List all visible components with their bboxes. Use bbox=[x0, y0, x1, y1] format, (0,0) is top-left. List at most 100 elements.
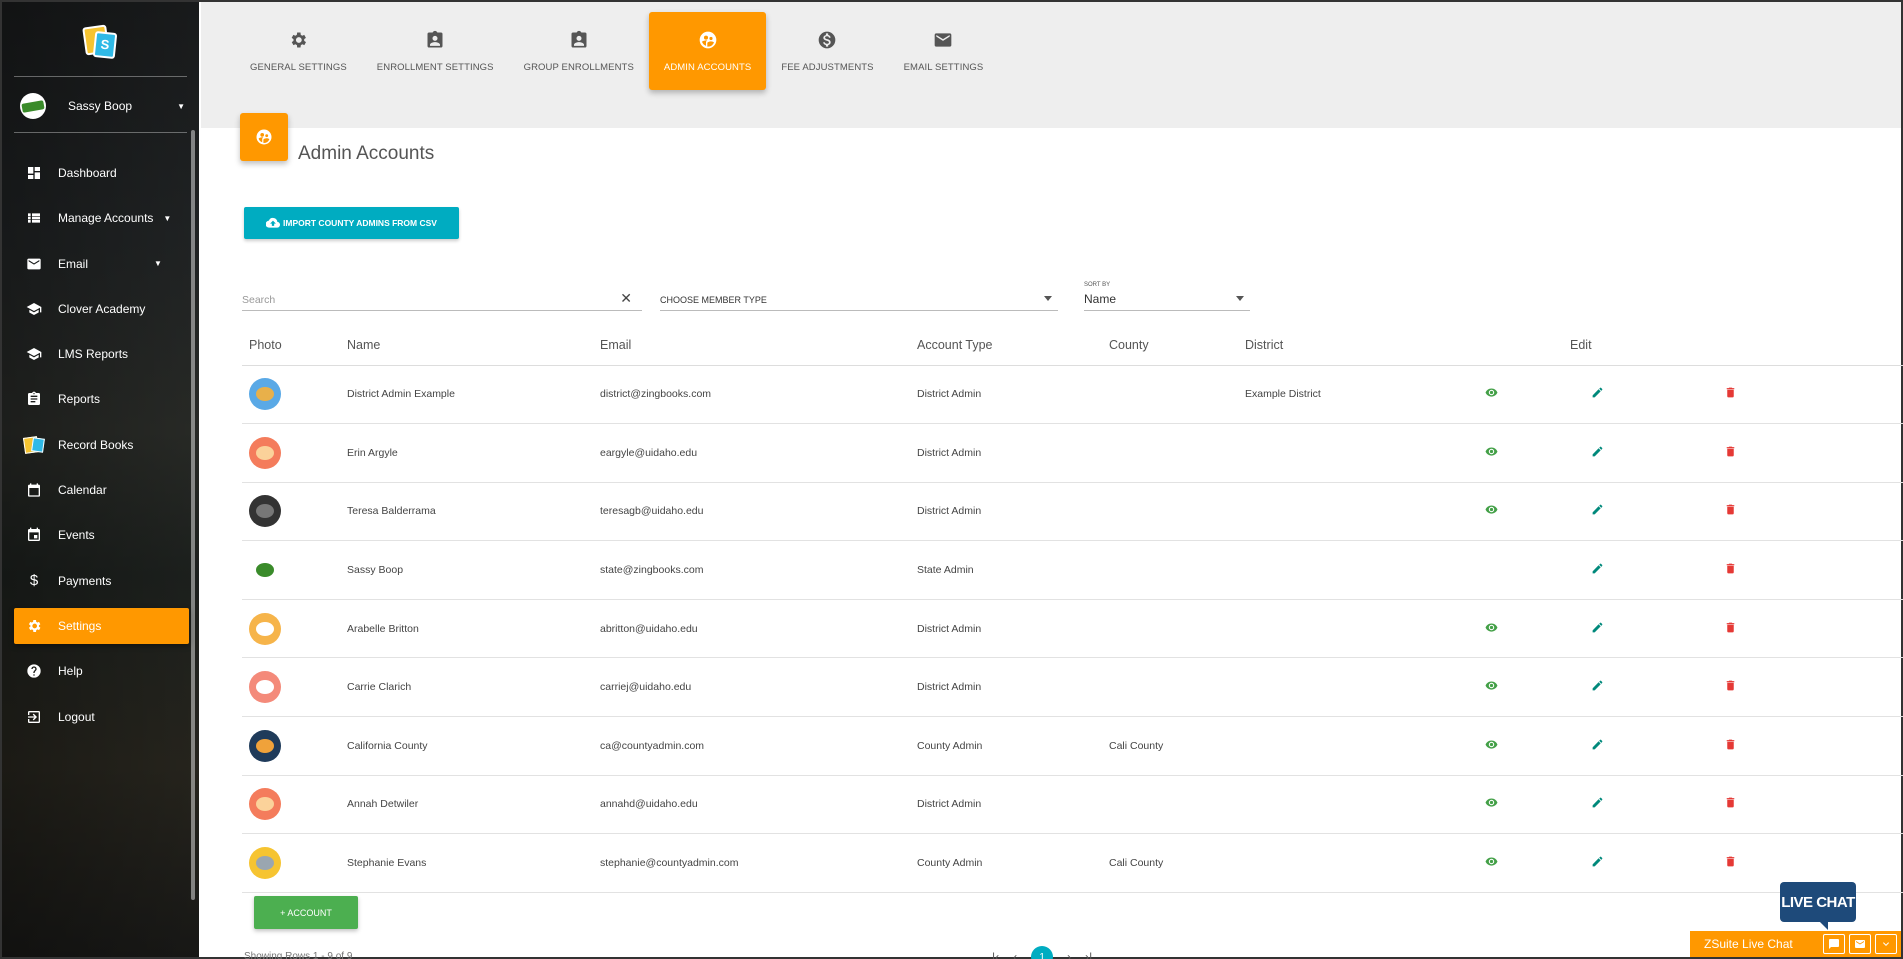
tab-group-enrollments[interactable]: GROUP ENROLLMENTS bbox=[509, 12, 649, 90]
prev-page-icon[interactable]: ‹ bbox=[1013, 950, 1017, 959]
account-type-cell: District Admin bbox=[910, 775, 1102, 835]
column-header bbox=[1428, 326, 1563, 366]
district-cell bbox=[1238, 599, 1428, 659]
trash-icon[interactable] bbox=[1724, 622, 1737, 637]
zsuite-logo-icon[interactable]: S bbox=[82, 24, 118, 60]
tab-email-settings[interactable]: EMAIL SETTINGS bbox=[889, 12, 999, 90]
eye-icon[interactable] bbox=[1485, 681, 1498, 695]
avatar bbox=[249, 554, 281, 587]
list-icon bbox=[14, 210, 54, 226]
account-type-cell: District Admin bbox=[910, 482, 1102, 542]
account-type-cell: District Admin bbox=[910, 657, 1102, 718]
sidebar: S Sassy Boop ▼ Dashboard Manage Accounts… bbox=[2, 2, 199, 957]
pencil-icon[interactable] bbox=[1591, 622, 1604, 637]
sidebar-item-dashboard[interactable]: Dashboard bbox=[14, 155, 189, 191]
chat-icon[interactable] bbox=[1823, 934, 1845, 954]
email-cell: annahd@uidaho.edu bbox=[593, 775, 910, 835]
trash-icon[interactable] bbox=[1724, 798, 1737, 812]
pagination: |‹ ‹ 1 › ›| bbox=[992, 946, 1092, 959]
tab-enrollment-settings[interactable]: ENROLLMENT SETTINGS bbox=[362, 12, 509, 90]
photo-cell bbox=[242, 482, 340, 542]
sidebar-item-clover-academy[interactable]: Clover Academy bbox=[14, 291, 189, 327]
sidebar-item-manage-accounts[interactable]: Manage Accounts ▼ bbox=[14, 200, 189, 236]
member-type-select[interactable]: CHOOSE MEMBER TYPE bbox=[660, 276, 1058, 311]
sidebar-item-help[interactable]: Help bbox=[14, 653, 189, 689]
user-name: Sassy Boop bbox=[68, 99, 133, 113]
trash-icon[interactable] bbox=[1724, 680, 1737, 695]
eye-icon[interactable] bbox=[1485, 447, 1498, 461]
sidebar-item-lms-reports[interactable]: LMS Reports bbox=[14, 336, 189, 372]
tab-general-settings[interactable]: GENERAL SETTINGS bbox=[235, 12, 362, 90]
name-cell: Erin Argyle bbox=[340, 423, 593, 483]
eye-icon[interactable] bbox=[1485, 388, 1498, 402]
search-input[interactable] bbox=[242, 294, 612, 306]
sidebar-item-settings[interactable]: Settings bbox=[14, 607, 189, 644]
sidebar-item-payments[interactable]: $ Payments bbox=[14, 563, 189, 599]
mail-icon[interactable] bbox=[1849, 934, 1871, 954]
chevron-down-icon bbox=[1044, 296, 1052, 301]
admin-accounts-card: Admin Accounts IMPORT COUNTY ADMINS FROM… bbox=[227, 113, 1903, 959]
sidebar-item-logout[interactable]: Logout bbox=[14, 699, 189, 735]
trash-icon[interactable] bbox=[1724, 856, 1737, 871]
avatar bbox=[249, 495, 281, 528]
admin-icon bbox=[240, 113, 288, 161]
eye-icon[interactable] bbox=[1485, 505, 1498, 519]
trash-icon[interactable] bbox=[1724, 446, 1737, 461]
add-account-button[interactable]: + ACCOUNT bbox=[254, 896, 358, 929]
close-icon[interactable]: ✕ bbox=[620, 290, 632, 307]
next-page-icon[interactable]: › bbox=[1067, 950, 1071, 959]
eye-icon[interactable] bbox=[1485, 623, 1498, 637]
mail-icon bbox=[935, 32, 952, 47]
sidebar-item-reports[interactable]: Reports bbox=[14, 381, 189, 417]
live-chat-bar[interactable]: ZSuite Live Chat bbox=[1690, 931, 1901, 957]
account-type-cell: State Admin bbox=[910, 540, 1102, 600]
pencil-icon[interactable] bbox=[1591, 856, 1604, 871]
trash-icon[interactable] bbox=[1724, 505, 1737, 519]
pencil-icon[interactable] bbox=[1591, 387, 1604, 402]
eye-icon[interactable] bbox=[1485, 798, 1498, 812]
gear-icon bbox=[292, 32, 307, 47]
live-chat-badge[interactable]: LIVE CHAT bbox=[1780, 882, 1856, 930]
page-number[interactable]: 1 bbox=[1031, 946, 1054, 959]
photo-cell bbox=[242, 365, 340, 425]
trash-icon[interactable] bbox=[1724, 739, 1737, 754]
calendar-icon bbox=[14, 482, 54, 498]
email-cell: state@zingbooks.com bbox=[593, 540, 910, 600]
first-page-icon[interactable]: |‹ bbox=[992, 950, 999, 959]
pencil-icon[interactable] bbox=[1591, 739, 1604, 754]
column-header: Email bbox=[593, 326, 910, 366]
pencil-icon[interactable] bbox=[1591, 798, 1604, 812]
user-menu[interactable]: Sassy Boop ▼ bbox=[20, 92, 185, 120]
sidebar-item-calendar[interactable]: Calendar bbox=[14, 472, 189, 508]
tab-fee-adjustments[interactable]: FEE ADJUSTMENTS bbox=[766, 12, 888, 90]
sidebar-scrollbar[interactable] bbox=[191, 130, 195, 900]
search-field: ✕ bbox=[242, 276, 642, 311]
chevron-down-icon[interactable] bbox=[1875, 934, 1897, 954]
avatar bbox=[20, 93, 46, 119]
sidebar-item-record-books[interactable]: Record Books bbox=[14, 427, 189, 463]
email-cell: teresagb@uidaho.edu bbox=[593, 482, 910, 542]
last-page-icon[interactable]: ›| bbox=[1085, 950, 1092, 959]
sidebar-item-email[interactable]: Email ▼ bbox=[14, 246, 189, 282]
tab-admin-accounts[interactable]: ADMIN ACCOUNTS bbox=[648, 12, 767, 90]
import-county-admins-button[interactable]: IMPORT COUNTY ADMINS FROM CSV bbox=[244, 207, 459, 239]
trash-icon[interactable] bbox=[1724, 563, 1737, 578]
sidebar-item-events[interactable]: Events bbox=[14, 517, 189, 553]
pencil-icon[interactable] bbox=[1591, 680, 1604, 695]
email-cell: stephanie@countyadmin.com bbox=[593, 833, 910, 893]
pencil-icon[interactable] bbox=[1591, 446, 1604, 461]
avatar bbox=[249, 612, 281, 645]
help-icon bbox=[14, 663, 54, 679]
name-cell: Carrie Clarich bbox=[340, 657, 593, 718]
chevron-down-icon: ▼ bbox=[163, 213, 172, 223]
name-cell: Stephanie Evans bbox=[340, 833, 593, 893]
eye-icon[interactable] bbox=[1485, 857, 1498, 871]
avatar bbox=[249, 378, 281, 411]
pencil-icon[interactable] bbox=[1591, 563, 1604, 578]
eye-icon[interactable] bbox=[1485, 740, 1498, 754]
pencil-icon[interactable] bbox=[1591, 505, 1604, 519]
trash-icon[interactable] bbox=[1724, 387, 1737, 402]
sidebar-nav: Dashboard Manage Accounts ▼ Email ▼ Clov… bbox=[14, 155, 189, 744]
sort-by-select[interactable]: SORT BY Name bbox=[1084, 276, 1250, 311]
column-header bbox=[1722, 326, 1903, 366]
